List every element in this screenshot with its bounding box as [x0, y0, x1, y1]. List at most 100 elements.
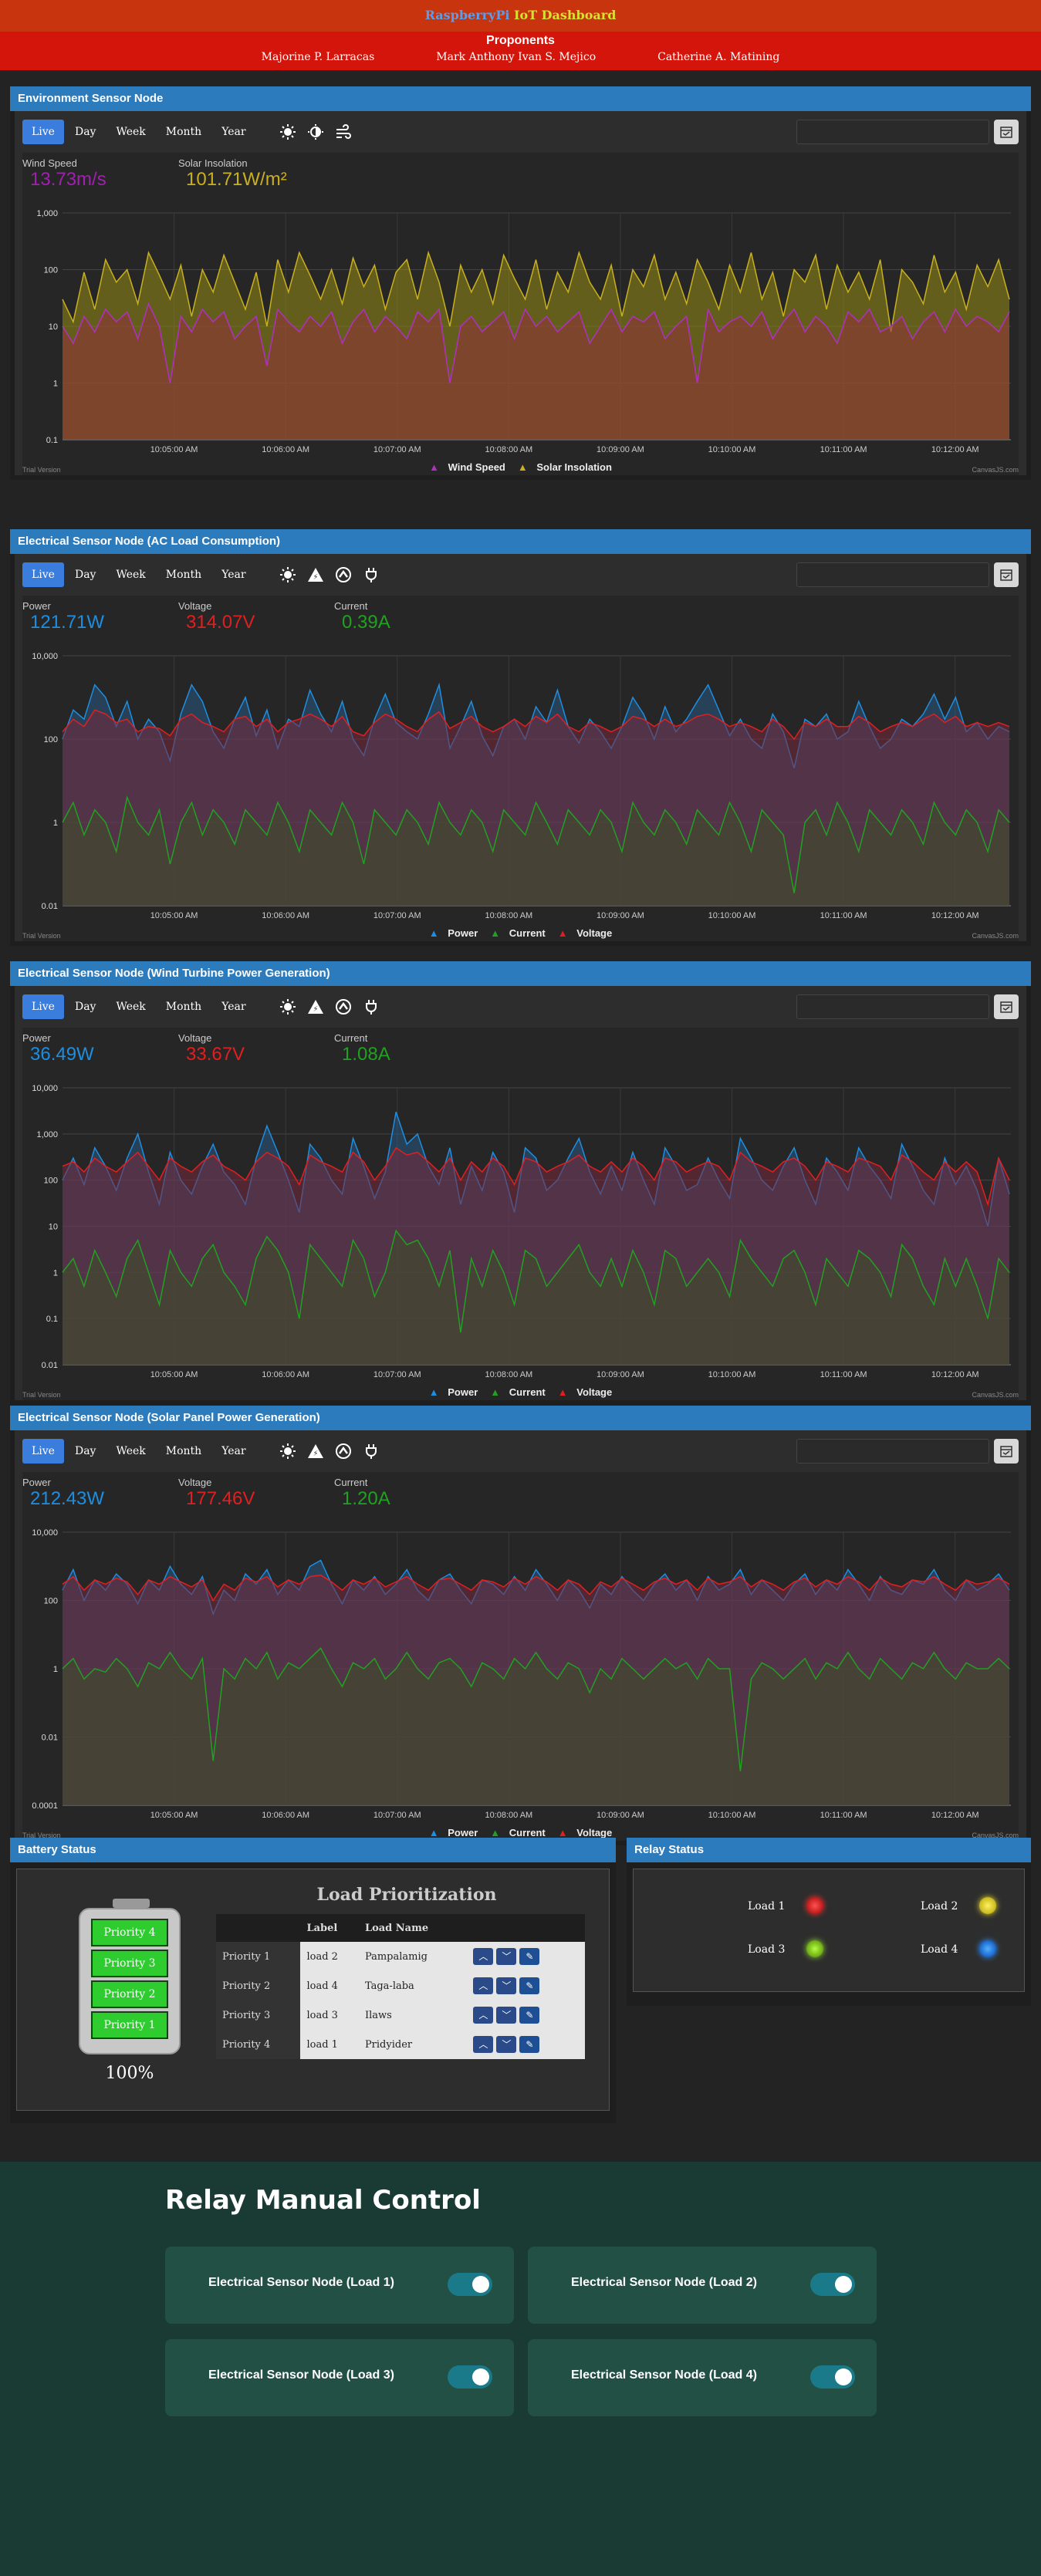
edit-icon[interactable]: ✎: [519, 1948, 540, 1965]
plug-icon[interactable]: [360, 1440, 382, 1462]
range-button-month[interactable]: Month: [157, 994, 211, 1019]
up-arrow-icon[interactable]: [333, 1440, 354, 1462]
y-tick-label: 0.01: [42, 1361, 58, 1370]
y-tick-label: 100: [44, 1177, 58, 1186]
legend-item[interactable]: ▲ Voltage: [555, 1827, 616, 1838]
range-button-week[interactable]: Week: [106, 562, 154, 587]
relay-label: Load 1: [748, 1900, 786, 1913]
canvasjs-credit: CanvasJS.com: [972, 466, 1019, 474]
relay-toggle[interactable]: [810, 2273, 855, 2296]
calendar-icon[interactable]: [994, 994, 1019, 1019]
x-tick-label: 10:09:00 AM: [597, 445, 644, 454]
relay-led: [806, 1897, 823, 1914]
range-button-week[interactable]: Week: [106, 1439, 154, 1464]
y-tick-label: 100: [44, 1597, 58, 1606]
date-input[interactable]: [796, 562, 989, 587]
edit-icon[interactable]: ✎: [519, 1977, 540, 1994]
legend-item[interactable]: ▲ Current: [487, 1386, 548, 1398]
range-button-year[interactable]: Year: [212, 994, 255, 1019]
range-button-live[interactable]: Live: [22, 562, 64, 587]
legend-item[interactable]: ▲ Voltage: [555, 927, 616, 939]
warning-icon[interactable]: ⚡: [305, 1440, 326, 1462]
range-button-live[interactable]: Live: [22, 1439, 64, 1464]
date-input[interactable]: [796, 994, 989, 1019]
y-tick-label: 100: [44, 266, 58, 275]
relay-status-title: Relay Status: [627, 1838, 1031, 1862]
edit-icon[interactable]: ✎: [519, 2007, 540, 2024]
chart-area: 0.1 1 10 100 1,000 10:05:00 AM 10:06:00 AM 10:0…: [22, 207, 1019, 475]
range-button-day[interactable]: Day: [66, 994, 105, 1019]
sun-icon[interactable]: [277, 121, 299, 143]
legend-item[interactable]: ▲ Wind Speed: [426, 461, 509, 473]
load-name-cell: Pridyider: [358, 2030, 468, 2059]
move-down-button[interactable]: ﹀: [496, 2007, 517, 2024]
date-input[interactable]: [796, 1439, 989, 1464]
range-button-day[interactable]: Day: [66, 562, 105, 587]
calendar-icon[interactable]: [994, 120, 1019, 144]
brightness-icon[interactable]: [305, 121, 326, 143]
relay-led: [979, 1897, 996, 1914]
move-down-button[interactable]: ﹀: [496, 2036, 517, 2053]
move-up-button[interactable]: ︿: [473, 2036, 494, 2053]
up-arrow-icon[interactable]: [333, 564, 354, 586]
move-up-button[interactable]: ︿: [473, 1948, 494, 1965]
legend-item[interactable]: ▲ Power: [426, 1386, 482, 1398]
canvasjs-credit: CanvasJS.com: [972, 932, 1019, 940]
legend-item[interactable]: ▲ Voltage: [555, 1386, 616, 1398]
move-up-button[interactable]: ︿: [473, 2007, 494, 2024]
legend-item[interactable]: ▲ Current: [487, 927, 548, 939]
reading-label: Voltage: [178, 600, 212, 612]
plug-icon[interactable]: [360, 564, 382, 586]
reading-label: Wind Speed: [22, 157, 77, 169]
x-tick-label: 10:09:00 AM: [597, 1811, 644, 1820]
range-button-day[interactable]: Day: [66, 120, 105, 144]
reading-value: 121.71W: [30, 612, 105, 633]
move-up-button[interactable]: ︿: [473, 1977, 494, 1994]
relay-toggle[interactable]: [448, 2273, 492, 2296]
x-tick-label: 10:07:00 AM: [373, 1811, 421, 1820]
relay-card-label: Electrical Sensor Node (Load 4): [571, 2368, 757, 2382]
range-button-year[interactable]: Year: [212, 120, 255, 144]
warning-icon[interactable]: ⚡: [305, 564, 326, 586]
sun-icon[interactable]: [277, 564, 299, 586]
load-name-cell: Taga-laba: [358, 1971, 468, 2000]
relay-toggle[interactable]: [448, 2365, 492, 2389]
up-arrow-icon[interactable]: [333, 996, 354, 1018]
range-button-week[interactable]: Week: [106, 994, 154, 1019]
relay-label: Load 2: [921, 1900, 958, 1913]
x-tick-label: 10:10:00 AM: [708, 1811, 756, 1820]
range-button-week[interactable]: Week: [106, 120, 154, 144]
range-button-month[interactable]: Month: [157, 1439, 211, 1464]
brand-part1: RaspberryPi: [424, 8, 515, 22]
legend-item[interactable]: ▲ Solar Insolation: [515, 461, 615, 473]
range-button-live[interactable]: Live: [22, 994, 64, 1019]
edit-icon[interactable]: ✎: [519, 2036, 540, 2053]
sun-icon[interactable]: [277, 1440, 299, 1462]
chart-legend: ▲ Power ▲ Current ▲ Voltage: [22, 1386, 1019, 1400]
sun-icon[interactable]: [277, 996, 299, 1018]
svg-text:⚡: ⚡: [313, 1005, 318, 1014]
time-range-toolbar: Live Day Week Month Year: [22, 111, 1019, 153]
range-button-month[interactable]: Month: [157, 562, 211, 587]
wind-icon[interactable]: [333, 121, 354, 143]
legend-item[interactable]: ▲ Power: [426, 927, 482, 939]
legend-item[interactable]: ▲ Current: [487, 1827, 548, 1838]
x-tick-label: 10:08:00 AM: [485, 1370, 532, 1379]
range-button-day[interactable]: Day: [66, 1439, 105, 1464]
range-button-year[interactable]: Year: [212, 1439, 255, 1464]
plug-icon[interactable]: [360, 996, 382, 1018]
date-input[interactable]: [796, 120, 989, 144]
move-down-button[interactable]: ﹀: [496, 1977, 517, 1994]
range-button-live[interactable]: Live: [22, 120, 64, 144]
range-button-year[interactable]: Year: [212, 562, 255, 587]
proponents-bar: Proponents Majorine P. Larracas Mark Anth…: [0, 32, 1041, 70]
range-button-month[interactable]: Month: [157, 120, 211, 144]
legend-item[interactable]: ▲ Power: [426, 1827, 482, 1838]
warning-icon[interactable]: ⚡: [305, 996, 326, 1018]
label-cell: load 4: [300, 1971, 359, 2000]
calendar-icon[interactable]: [994, 1439, 1019, 1464]
calendar-icon[interactable]: [994, 562, 1019, 587]
move-down-button[interactable]: ﹀: [496, 1948, 517, 1965]
time-range-toolbar: Live Day Week Month Year ⚡: [22, 986, 1019, 1028]
relay-toggle[interactable]: [810, 2365, 855, 2389]
